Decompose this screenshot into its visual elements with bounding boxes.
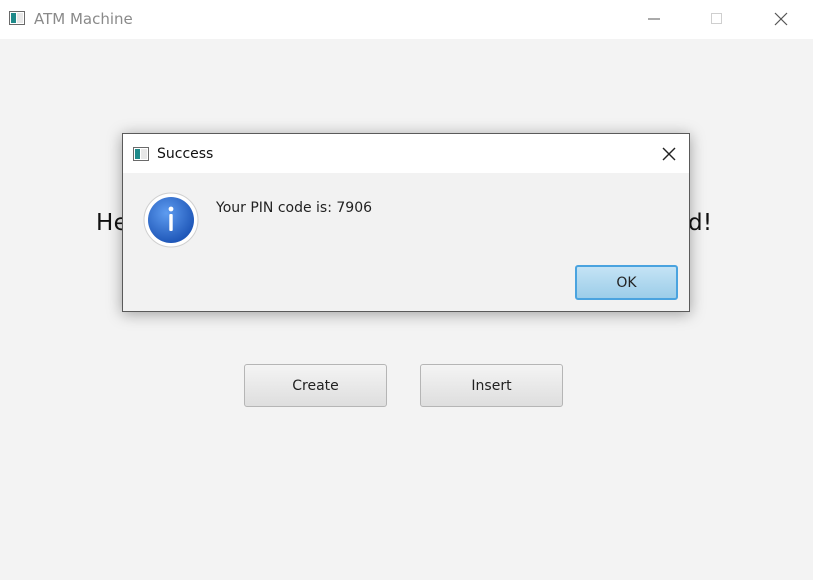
title-bar[interactable]: ATM Machine (0, 0, 813, 39)
info-icon (143, 192, 199, 248)
create-button-label: Create (292, 377, 339, 394)
success-dialog: Success Your PIN code is: 7906 OK (122, 133, 690, 312)
maximize-icon (711, 13, 722, 24)
app-window: ATM Machine He d! Create Insert Success … (0, 0, 813, 580)
close-icon (662, 147, 676, 161)
greeting-right: d! (688, 210, 713, 236)
dialog-title: Success (157, 146, 214, 162)
ok-button[interactable]: OK (575, 265, 678, 300)
window-title: ATM Machine (34, 10, 133, 28)
app-window-icon (9, 11, 25, 25)
minimize-icon (648, 18, 660, 20)
dialog-message: Your PIN code is: 7906 (216, 200, 373, 216)
create-button[interactable]: Create (244, 364, 387, 407)
close-icon (774, 12, 788, 26)
maximize-button[interactable] (694, 0, 740, 39)
dialog-close-button[interactable] (649, 134, 689, 173)
insert-button-label: Insert (471, 377, 512, 394)
ok-button-label: OK (616, 274, 637, 291)
minimize-button[interactable] (631, 0, 677, 39)
insert-button[interactable]: Insert (420, 364, 563, 407)
dialog-window-icon (133, 147, 149, 161)
dialog-title-bar[interactable]: Success (123, 134, 689, 173)
close-button[interactable] (758, 0, 804, 39)
